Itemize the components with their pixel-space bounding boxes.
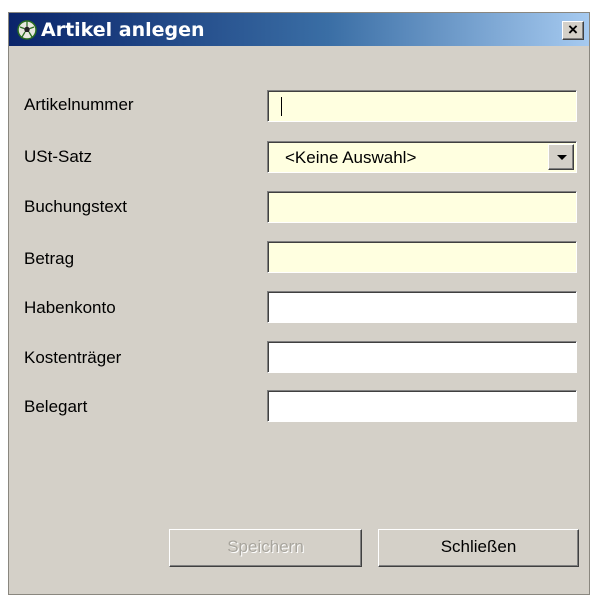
betrag-input[interactable] <box>267 241 577 273</box>
soccer-ball-icon <box>17 20 37 40</box>
title-bar[interactable]: Artikel anlegen × <box>9 13 589 46</box>
buchungstext-label: Buchungstext <box>24 197 128 216</box>
ust-satz-label: USt-Satz <box>24 147 93 166</box>
betrag-label: Betrag <box>24 249 75 268</box>
artikel-dialog: Artikel anlegen × Artikelnummer USt-Satz… <box>8 12 590 595</box>
buchungstext-input[interactable] <box>267 191 577 223</box>
habenkonto-input[interactable] <box>267 291 577 323</box>
dropdown-button[interactable] <box>548 144 574 170</box>
ust-satz-select[interactable]: <Keine Auswahl> <box>267 141 577 173</box>
habenkonto-label: Habenkonto <box>24 298 116 317</box>
artikelnummer-label: Artikelnummer <box>24 95 134 114</box>
text-caret <box>281 97 282 116</box>
window-title: Artikel anlegen <box>41 19 205 41</box>
ust-satz-selected-value: <Keine Auswahl> <box>285 148 417 167</box>
close-button[interactable]: Schließen <box>378 529 579 567</box>
kostentraeger-label: Kostenträger <box>24 348 122 367</box>
chevron-down-icon <box>557 155 567 160</box>
belegart-input[interactable] <box>267 390 577 422</box>
artikelnummer-input[interactable] <box>267 90 577 122</box>
belegart-label: Belegart <box>24 397 88 416</box>
close-icon: × <box>568 20 578 39</box>
close-window-button[interactable]: × <box>562 20 584 40</box>
save-button[interactable]: Speichern <box>169 529 362 567</box>
kostentraeger-input[interactable] <box>267 341 577 373</box>
